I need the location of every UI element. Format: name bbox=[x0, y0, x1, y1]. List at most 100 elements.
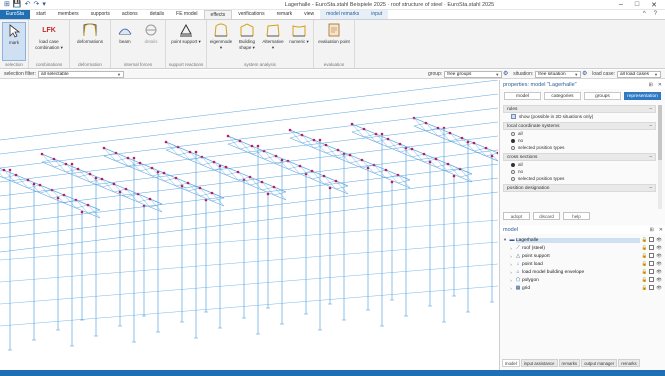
lock-icon[interactable]: 🔓 bbox=[642, 245, 648, 251]
model-viewport[interactable] bbox=[0, 80, 498, 370]
undo-icon[interactable]: ↶ bbox=[25, 0, 31, 10]
visibility-checkbox[interactable] bbox=[649, 261, 655, 266]
tree-item-lagerhalle[interactable]: ▾ ▬ Lagerhalle 🔓 👁 bbox=[502, 236, 662, 244]
lock-icon[interactable]: 🔓 bbox=[642, 261, 648, 267]
eigenmode-button[interactable]: eigenmode ▾ bbox=[209, 22, 233, 61]
tree-item-roof-steel[interactable]: › ⟋ roof (steel) 🔓 👁 bbox=[502, 244, 662, 252]
close-button[interactable]: ✕ bbox=[651, 1, 657, 9]
save-icon[interactable]: 💾 bbox=[13, 0, 22, 10]
group-filter-icon[interactable]: ⚙ bbox=[502, 71, 509, 78]
lock-icon[interactable]: 🔓 bbox=[642, 285, 648, 291]
lcs-selected-radio[interactable] bbox=[511, 145, 515, 150]
cs-no-radio[interactable] bbox=[511, 169, 515, 174]
app-menu-icon[interactable]: ⊞ bbox=[4, 0, 10, 10]
lock-icon[interactable]: 🔓 bbox=[642, 277, 648, 283]
visibility-checkbox[interactable] bbox=[649, 277, 655, 282]
lock-icon[interactable]: 🔓 bbox=[642, 269, 648, 275]
group-select[interactable]: free groups ▼ bbox=[444, 70, 503, 78]
tab-fe-model[interactable]: FE model bbox=[170, 10, 203, 19]
tab-effects[interactable]: effects bbox=[203, 10, 233, 19]
tab-members[interactable]: members bbox=[52, 10, 85, 19]
situation-select[interactable]: free situation ▼ bbox=[535, 70, 582, 78]
tab-model-bottom[interactable]: model bbox=[502, 359, 520, 367]
visibility-checkbox[interactable] bbox=[649, 245, 655, 250]
cs-all-radio[interactable] bbox=[511, 162, 515, 167]
tab-verifications[interactable]: verifications bbox=[232, 10, 270, 19]
evaluation-point-button[interactable]: evaluation point bbox=[316, 22, 352, 61]
tree-item-grid[interactable]: › ▦ grid 🔓 👁 bbox=[502, 284, 662, 292]
deformations-button[interactable]: deformations bbox=[72, 22, 108, 61]
quick-access-dropdown-icon[interactable]: ▾ bbox=[42, 0, 46, 10]
tree-item-point-support[interactable]: › △ point support 🔓 👁 bbox=[502, 252, 662, 260]
tab-supports[interactable]: supports bbox=[85, 10, 116, 19]
tree-item-polygon[interactable]: › ⬠ polygon 🔓 👁 bbox=[502, 276, 662, 284]
tab-groups[interactable]: groups bbox=[584, 92, 621, 100]
tree-item-point-load[interactable]: › ↓ point load 🔓 👁 bbox=[502, 260, 662, 268]
load-case-combination-button[interactable]: LFK load case combination ▾ bbox=[31, 22, 67, 61]
properties-scrollbar[interactable] bbox=[658, 105, 662, 209]
tab-actions[interactable]: actions bbox=[116, 10, 144, 19]
tab-input[interactable]: input bbox=[365, 10, 389, 19]
show-checkbox[interactable] bbox=[511, 114, 516, 119]
lcs-all-radio[interactable] bbox=[511, 131, 515, 136]
tab-remarks[interactable]: remarks bbox=[558, 359, 581, 367]
node-marker bbox=[188, 150, 192, 154]
eye-icon[interactable]: 👁 bbox=[656, 269, 662, 275]
pin-icon[interactable]: ⊞ bbox=[650, 227, 654, 233]
tab-details[interactable]: details bbox=[144, 10, 170, 19]
tab-remark[interactable]: remark bbox=[271, 10, 299, 19]
building-shape-button[interactable]: Building shape ▾ bbox=[235, 22, 259, 61]
redo-icon[interactable]: ↷ bbox=[33, 0, 39, 10]
load-case-select[interactable]: all load cases ▼ bbox=[617, 70, 661, 78]
collapse-icon[interactable]: – bbox=[649, 185, 652, 191]
discard-button[interactable]: discard bbox=[533, 212, 560, 220]
tab-output-manager[interactable]: output manager bbox=[581, 359, 618, 367]
tab-view[interactable]: view bbox=[298, 10, 320, 19]
tab-file[interactable]: EuroSta bbox=[0, 10, 31, 19]
collapse-icon[interactable]: – bbox=[649, 106, 652, 112]
numeric-button[interactable]: numeric ▾ bbox=[287, 22, 311, 61]
visibility-checkbox[interactable] bbox=[649, 253, 655, 258]
lock-icon[interactable]: 🔓 bbox=[642, 253, 648, 259]
situation-filter-icon[interactable]: ⚙ bbox=[581, 71, 588, 78]
collapse-icon[interactable]: – bbox=[649, 123, 652, 129]
tab-model-remarks[interactable]: model remarks bbox=[320, 10, 366, 19]
tab-model[interactable]: model bbox=[504, 92, 541, 100]
scrollbar-thumb[interactable] bbox=[658, 105, 662, 160]
tab-input-assistance[interactable]: input assistance bbox=[520, 359, 558, 367]
selection-filter-select[interactable]: all selectable ▼ bbox=[37, 70, 124, 78]
eye-icon[interactable]: 👁 bbox=[656, 277, 662, 283]
visibility-checkbox[interactable] bbox=[649, 285, 655, 290]
lcs-no-radio[interactable] bbox=[511, 138, 515, 143]
adopt-button[interactable]: adopt bbox=[503, 212, 530, 220]
collapse-ribbon-icon[interactable]: ^ bbox=[643, 10, 646, 19]
selection-filter-label: selection filter: bbox=[4, 71, 36, 77]
eye-icon[interactable]: 👁 bbox=[656, 245, 662, 251]
mark-button[interactable]: mark bbox=[2, 22, 26, 61]
beam-forces-button[interactable]: beam bbox=[113, 22, 137, 61]
minimize-button[interactable]: – bbox=[619, 1, 623, 9]
collapse-icon[interactable]: – bbox=[649, 154, 652, 160]
help-icon[interactable]: ? bbox=[654, 10, 657, 19]
eye-icon[interactable]: 👁 bbox=[656, 237, 662, 243]
tab-representation[interactable]: representation bbox=[624, 92, 661, 100]
tab-start[interactable]: start bbox=[30, 10, 52, 19]
eye-icon[interactable]: 👁 bbox=[656, 253, 662, 259]
close-icon[interactable]: ✕ bbox=[658, 82, 662, 88]
eye-icon[interactable]: 👁 bbox=[656, 261, 662, 267]
help-button[interactable]: help bbox=[563, 212, 590, 220]
tree-item-load-model-building-envelope[interactable]: › ⌂ load model building envelope 🔓 👁 bbox=[502, 268, 662, 276]
alternative-button[interactable]: Alternative ▾ bbox=[261, 22, 285, 61]
visibility-checkbox[interactable] bbox=[649, 237, 655, 242]
eye-icon[interactable]: 👁 bbox=[656, 285, 662, 291]
point-support-button[interactable]: point support ▾ bbox=[168, 22, 204, 61]
lock-icon[interactable]: 🔓 bbox=[642, 237, 648, 243]
close-icon[interactable]: ✕ bbox=[659, 227, 663, 233]
maximize-button[interactable]: □ bbox=[635, 1, 639, 9]
tab-categories[interactable]: categories bbox=[544, 92, 581, 100]
pin-icon[interactable]: ⊞ bbox=[649, 82, 653, 88]
tab-remarks-2[interactable]: remarks bbox=[618, 359, 640, 367]
visibility-checkbox[interactable] bbox=[649, 269, 655, 274]
cs-selected-radio[interactable] bbox=[511, 176, 515, 181]
details-forces-button[interactable]: details bbox=[139, 22, 163, 61]
